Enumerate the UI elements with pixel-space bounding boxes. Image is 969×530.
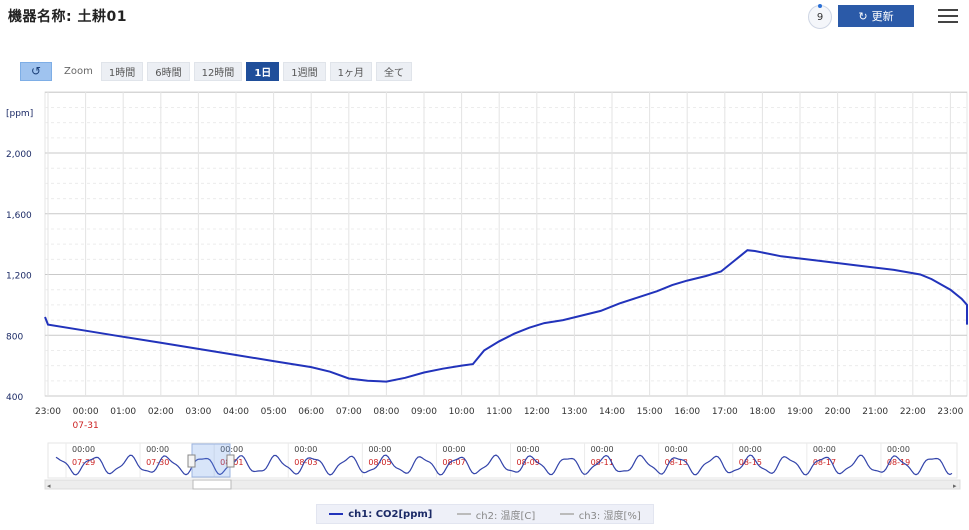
x-tick-label: 14:00 — [599, 407, 625, 417]
legend-item-ch3[interactable]: ch3: 湿度[%] — [559, 507, 641, 522]
x-tick-label: 16:00 — [674, 407, 700, 417]
navigator-time-label: 00:00 — [220, 445, 243, 454]
navigator-time-label: 00:00 — [665, 445, 688, 454]
x-tick-label: 12:00 — [524, 407, 550, 417]
scroll-left-arrow-icon: ◂ — [47, 482, 51, 490]
navigator-time-label: 00:00 — [442, 445, 465, 454]
x-tick-label: 07:00 — [336, 407, 362, 417]
navigator-date-label: 08-03 — [294, 458, 317, 467]
navigator-date-label: 08-11 — [591, 458, 614, 467]
zoom-1d-button[interactable]: 1日 — [246, 61, 280, 81]
navigator-scrollbar-thumb — [192, 479, 232, 490]
x-tick-label: 11:00 — [486, 407, 512, 417]
navigator-time-label: 00:00 — [146, 445, 169, 454]
legend-swatch-ch1 — [329, 513, 344, 515]
x-tick-label: 04:00 — [223, 407, 249, 417]
zoom-label: Zoom — [64, 65, 93, 77]
hamburger-menu-icon[interactable] — [938, 9, 958, 25]
navigator-series-line — [55, 454, 953, 476]
legend-label-ch3: ch3: 湿度[%] — [578, 510, 641, 522]
navigator-date-label: 08-07 — [442, 458, 465, 467]
x-tick-label: 13:00 — [561, 407, 587, 417]
x-tick-label: 01:00 — [110, 407, 136, 417]
navigator-date-label: 07-29 — [72, 458, 95, 467]
navigator-time-label: 00:00 — [294, 445, 317, 454]
navigator-date-label: 08-01 — [220, 458, 243, 467]
refresh-label: 更新 — [871, 11, 894, 23]
navigator-date-label: 08-05 — [368, 458, 391, 467]
x-tick-label: 23:00 — [35, 407, 61, 417]
legend-swatch-ch2 — [456, 513, 471, 515]
zoom-6h-button[interactable]: 6時間 — [147, 61, 190, 81]
legend-item-ch1[interactable]: ch1: CO2[ppm] — [329, 509, 432, 520]
x-tick-label: 18:00 — [749, 407, 775, 417]
x-date-label: 07-31 — [73, 421, 99, 431]
navigator-date-label: 08-09 — [517, 458, 540, 467]
zoom-12h-button[interactable]: 12時間 — [193, 61, 243, 81]
x-tick-label: 22:00 — [900, 407, 926, 417]
x-tick-label: 17:00 — [712, 407, 738, 417]
counter-value: 9 — [816, 11, 824, 23]
legend-swatch-ch3 — [559, 513, 574, 515]
navigator-date-label: 08-13 — [665, 458, 688, 467]
navigator-time-label: 00:00 — [368, 445, 391, 454]
navigator-scrollbar-track — [44, 479, 961, 490]
y-tick-label: 800 — [6, 332, 23, 342]
x-tick-label: 08:00 — [373, 407, 399, 417]
indicator-dot-icon — [818, 4, 822, 8]
chart-axes: 2,000 1,600 1,200 800 400 23:00 00:00 01:00 02:0… — [6, 150, 964, 431]
x-tick-label: 19:00 — [787, 407, 813, 417]
x-tick-label: 02:00 — [148, 407, 174, 417]
navigator-date-label: 08-15 — [739, 458, 762, 467]
navigator-date-label: 08-19 — [887, 458, 910, 467]
y-tick-label: 1,600 — [6, 211, 32, 221]
page-title: 機器名称: 土耕01 — [8, 9, 127, 25]
zoom-1m-button[interactable]: 1ヶ月 — [329, 61, 373, 81]
x-tick-label: 06:00 — [298, 407, 324, 417]
plot-area — [44, 91, 968, 397]
x-tick-label: 21:00 — [862, 407, 888, 417]
x-tick-label: 09:00 — [411, 407, 437, 417]
chart-gridlines — [44, 91, 968, 397]
x-tick-label: 05:00 — [261, 407, 287, 417]
navigator-selection-window — [191, 443, 231, 478]
reset-zoom-button[interactable]: ↺ — [20, 61, 52, 81]
legend-label-ch1: ch1: CO2[ppm] — [348, 508, 433, 520]
navigator-frame — [47, 442, 958, 479]
chart-legend: ch1: CO2[ppm] ch2: 温度[C] ch3: 湿度[%] — [316, 504, 654, 524]
zoom-all-button[interactable]: 全て — [376, 61, 413, 81]
navigator-panel: 00:00 07-29 00:00 07-30 00:00 08-01 00:00 08-03… — [44, 442, 961, 490]
x-tick-label: 10:00 — [449, 407, 475, 417]
y-tick-label: 2,000 — [6, 150, 32, 160]
x-tick-label: 03:00 — [185, 407, 211, 417]
navigator-time-label: 00:00 — [591, 445, 614, 454]
navigator-date-label: 07-30 — [146, 458, 169, 467]
x-tick-label: 23:00 — [937, 407, 963, 417]
navigator-time-label: 00:00 — [813, 445, 836, 454]
navigator-date-label: 08-17 — [813, 458, 836, 467]
legend-item-ch2[interactable]: ch2: 温度[C] — [456, 507, 536, 522]
scroll-right-arrow-icon: ▸ — [953, 482, 957, 490]
navigator-time-label: 00:00 — [887, 445, 910, 454]
zoom-1h-button[interactable]: 1時間 — [100, 61, 144, 81]
y-tick-label: 1,200 — [6, 272, 32, 282]
legend-label-ch2: ch2: 温度[C] — [475, 510, 536, 522]
refresh-button[interactable]: ↻ 更新 — [838, 5, 914, 27]
refresh-icon: ↻ — [858, 10, 868, 23]
zoom-1w-button[interactable]: 1週間 — [283, 61, 326, 81]
co2-series-line — [44, 249, 968, 383]
navigator-time-label: 00:00 — [72, 445, 95, 454]
navigator-left-handle — [187, 454, 196, 468]
x-tick-label: 20:00 — [825, 407, 851, 417]
counter-badge[interactable]: 9 — [808, 4, 832, 29]
undo-icon: ↺ — [30, 64, 42, 78]
navigator-time-label: 00:00 — [739, 445, 762, 454]
navigator-time-label: 00:00 — [517, 445, 540, 454]
navigator-right-handle — [226, 454, 235, 468]
x-tick-label: 00:00 — [73, 407, 99, 417]
x-tick-label: 15:00 — [637, 407, 663, 417]
zoom-toolbar: ↺ Zoom 1時間 6時間 12時間 1日 1週間 1ヶ月 全て — [20, 61, 413, 81]
y-tick-label: 400 — [6, 393, 23, 403]
y-axis-unit: [ppm] — [6, 109, 33, 119]
